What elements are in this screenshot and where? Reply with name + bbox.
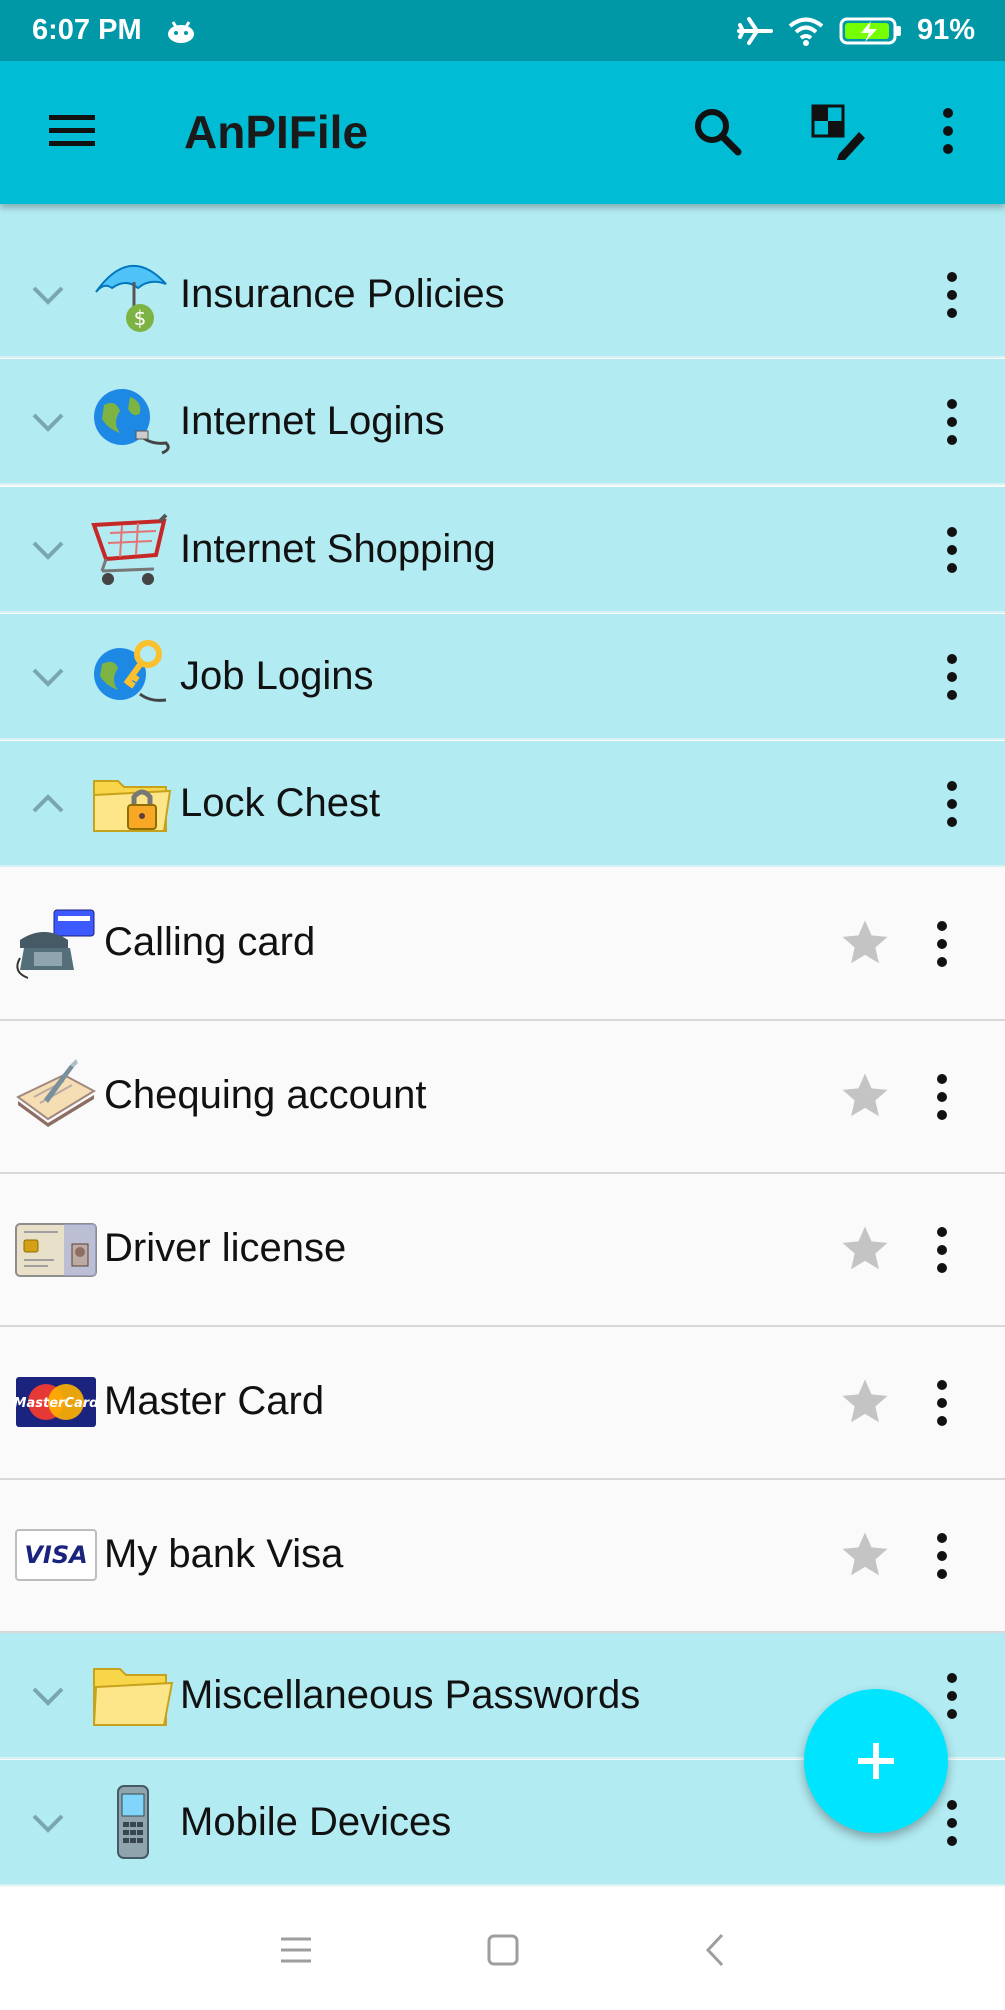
android-notification-icon bbox=[168, 21, 194, 43]
battery-percent: 91% bbox=[916, 14, 975, 46]
list-item-calling-card[interactable]: Calling card bbox=[0, 868, 1005, 1021]
globe-key-icon bbox=[94, 640, 167, 702]
id-card-icon bbox=[15, 1223, 97, 1277]
category-label: Miscellaneous Passwords bbox=[180, 1673, 641, 1717]
back-icon[interactable] bbox=[690, 1925, 740, 1975]
status-bar: 6:07 PM 91% bbox=[0, 0, 1005, 61]
chevron-up-icon[interactable] bbox=[28, 789, 68, 819]
category-label: Job Logins bbox=[180, 654, 374, 698]
star-icon[interactable] bbox=[838, 1375, 892, 1429]
item-label: Driver license bbox=[104, 1226, 347, 1270]
category-label: Internet Shopping bbox=[180, 527, 496, 571]
category-label: Lock Chest bbox=[180, 781, 381, 825]
chevron-down-icon[interactable] bbox=[28, 535, 68, 565]
list-item-master-card[interactable]: MasterCard Master Card bbox=[0, 1327, 1005, 1480]
star-icon[interactable] bbox=[838, 1528, 892, 1582]
category-label: Insurance Policies bbox=[180, 272, 505, 316]
list-item-chequing-account[interactable]: Chequing account bbox=[0, 1021, 1005, 1174]
more-vertical-icon[interactable] bbox=[932, 1666, 972, 1726]
list-item-my-bank-visa[interactable]: VISA My bank Visa bbox=[0, 1480, 1005, 1633]
item-label: Master Card bbox=[104, 1379, 325, 1423]
svg-text:MasterCard: MasterCard bbox=[14, 1396, 98, 1411]
more-vertical-icon[interactable] bbox=[922, 1526, 962, 1586]
chevron-down-icon[interactable] bbox=[28, 280, 68, 310]
app-bar: AnPIFile bbox=[0, 61, 1005, 204]
locked-folder-icon bbox=[93, 780, 172, 832]
app-title: AnPIFile bbox=[184, 106, 369, 158]
recent-apps-icon[interactable] bbox=[271, 1925, 321, 1975]
battery-charging-icon bbox=[839, 17, 901, 44]
more-vertical-icon[interactable] bbox=[932, 392, 972, 452]
more-vertical-icon[interactable] bbox=[932, 1793, 972, 1853]
list-item-driver-license[interactable]: Driver license bbox=[0, 1174, 1005, 1327]
more-vertical-icon[interactable] bbox=[916, 99, 980, 163]
more-vertical-icon[interactable] bbox=[922, 1067, 962, 1127]
chevron-down-icon[interactable] bbox=[28, 662, 68, 692]
status-time: 6:07 PM bbox=[32, 14, 142, 46]
item-label: Chequing account bbox=[104, 1073, 427, 1117]
add-button[interactable] bbox=[804, 1689, 948, 1833]
shopping-cart-icon bbox=[91, 513, 168, 585]
more-vertical-icon[interactable] bbox=[922, 1220, 962, 1280]
home-icon[interactable] bbox=[478, 1925, 528, 1975]
mastercard-logo: MasterCard bbox=[14, 1377, 98, 1427]
search-icon[interactable] bbox=[685, 99, 749, 163]
star-icon[interactable] bbox=[838, 916, 892, 970]
system-nav-bar bbox=[0, 1887, 1005, 2010]
category-row-job-logins[interactable]: Job Logins bbox=[0, 614, 1005, 740]
category-row-internet-shopping[interactable]: Internet Shopping bbox=[0, 487, 1005, 613]
airplane-mode-icon bbox=[736, 16, 773, 45]
folder-icon bbox=[92, 1668, 174, 1726]
plus-icon bbox=[858, 1743, 894, 1779]
star-icon[interactable] bbox=[838, 1069, 892, 1123]
more-vertical-icon[interactable] bbox=[932, 265, 972, 325]
more-vertical-icon[interactable] bbox=[932, 520, 972, 580]
chevron-down-icon[interactable] bbox=[28, 1808, 68, 1838]
globe-network-icon bbox=[94, 389, 170, 455]
category-row-lock-chest[interactable]: Lock Chest bbox=[0, 741, 1005, 867]
wifi-icon bbox=[788, 17, 824, 46]
chevron-down-icon[interactable] bbox=[28, 1681, 68, 1711]
mobile-phone-icon bbox=[117, 1785, 149, 1859]
chevron-down-icon[interactable] bbox=[28, 407, 68, 437]
item-label: My bank Visa bbox=[104, 1532, 344, 1576]
more-vertical-icon[interactable] bbox=[922, 914, 962, 974]
svg-text:VISA: VISA bbox=[24, 1541, 87, 1569]
more-vertical-icon[interactable] bbox=[932, 647, 972, 707]
cheque-book-icon bbox=[16, 1059, 97, 1127]
item-list[interactable]: $ Insurance Policies Internet Logins Int… bbox=[0, 204, 1005, 1887]
phone-card-icon bbox=[16, 909, 95, 979]
partial-category-row bbox=[0, 204, 1005, 234]
visa-logo: VISA bbox=[15, 1529, 97, 1581]
more-vertical-icon[interactable] bbox=[922, 1373, 962, 1433]
grid-edit-icon[interactable] bbox=[806, 99, 870, 163]
category-label: Internet Logins bbox=[180, 399, 445, 443]
category-row-insurance-policies[interactable]: $ Insurance Policies bbox=[0, 232, 1005, 358]
star-icon[interactable] bbox=[838, 1222, 892, 1276]
more-vertical-icon[interactable] bbox=[932, 774, 972, 834]
svg-text:$: $ bbox=[134, 306, 147, 330]
hamburger-menu-icon[interactable] bbox=[40, 99, 104, 163]
category-label: Mobile Devices bbox=[180, 1800, 452, 1844]
item-label: Calling card bbox=[104, 920, 316, 964]
category-row-internet-logins[interactable]: Internet Logins bbox=[0, 359, 1005, 485]
umbrella-money-icon: $ bbox=[95, 265, 167, 332]
